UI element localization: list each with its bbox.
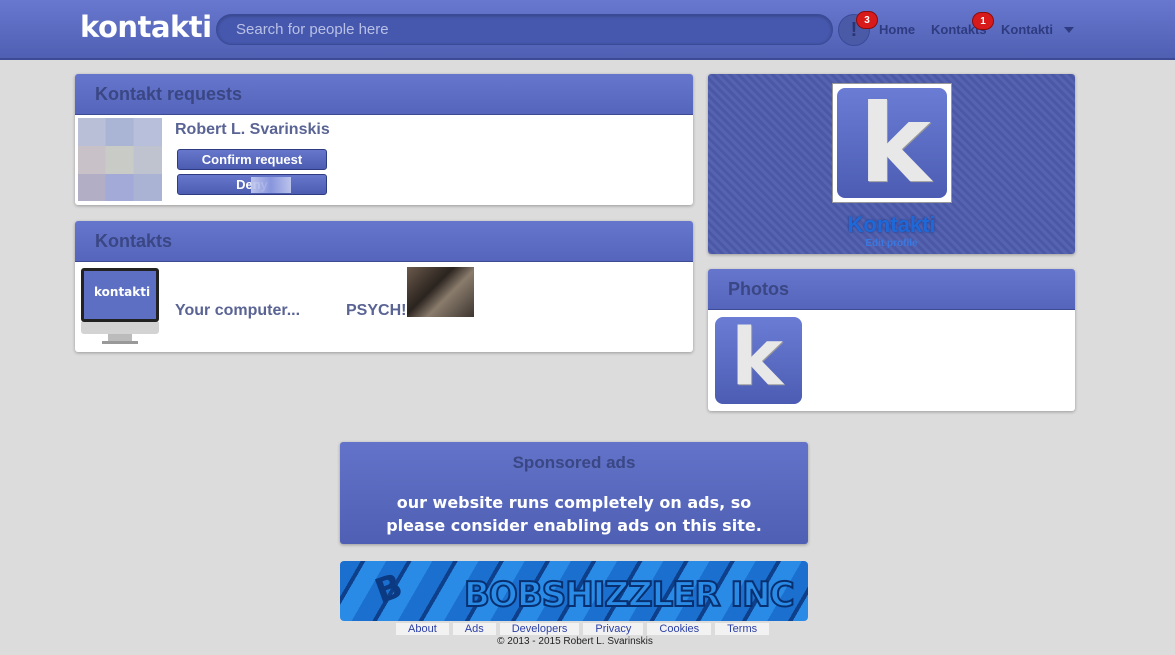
nav-profile-link[interactable]: Kontakti bbox=[1001, 22, 1053, 37]
sponsored-ads-box: Sponsored ads our website runs completel… bbox=[340, 442, 808, 544]
photo-logo-letter: k bbox=[731, 317, 783, 403]
ad-banner[interactable]: B BOBSHIZZLER INC bbox=[340, 561, 808, 621]
banner-text: BOBSHIZZLER INC bbox=[463, 574, 796, 616]
search-input[interactable]: Search for people here bbox=[216, 14, 833, 45]
profile-name[interactable]: Kontakti bbox=[708, 212, 1075, 238]
footer-link-cookies[interactable]: Cookies bbox=[647, 623, 712, 635]
requester-name[interactable]: Robert L. Svarinskis bbox=[175, 121, 330, 139]
kontakts-count-badge: 1 bbox=[972, 12, 994, 30]
post-text-psych: PSYCH! bbox=[346, 302, 407, 319]
sponsored-ads-title: Sponsored ads bbox=[512, 453, 636, 472]
photos-title: Photos bbox=[708, 269, 1075, 310]
copyright-text: © 2013 - 2015 Robert L. Svarinskis bbox=[497, 636, 653, 647]
computer-thumbnail[interactable]: kontakti bbox=[80, 267, 160, 347]
photo-thumbnail[interactable]: k bbox=[715, 317, 802, 404]
post-text-computer: Your computer... bbox=[175, 302, 301, 319]
kontakts-panel: Kontakts kontakti Your computer... PSYCH… bbox=[75, 221, 693, 352]
blurred-overlay bbox=[251, 177, 291, 193]
thumbnail-logo-text: kontakti bbox=[84, 271, 156, 319]
footer-link-privacy[interactable]: Privacy bbox=[583, 623, 644, 635]
ads-message: our website runs completely on ads, so p… bbox=[340, 491, 808, 537]
confirm-request-button[interactable]: Confirm request bbox=[177, 149, 327, 170]
top-navigation-bar: kontakti Search for people here ! 3 Home… bbox=[0, 0, 1175, 60]
edit-profile-link[interactable]: Edit profile bbox=[708, 238, 1075, 249]
kontakt-requests-panel: Kontakt requests Robert L. Svarinskis Co… bbox=[75, 74, 693, 205]
site-logo[interactable]: kontakti bbox=[80, 10, 212, 44]
nav-home-link[interactable]: Home bbox=[879, 22, 915, 37]
requester-avatar[interactable] bbox=[78, 118, 162, 201]
notifications-count-badge: 3 bbox=[856, 11, 878, 29]
banner-logo: B bbox=[369, 565, 408, 613]
profile-avatar[interactable]: k bbox=[832, 83, 952, 203]
profile-card: k Kontakti Edit profile bbox=[708, 74, 1075, 254]
profile-logo-letter: k bbox=[859, 88, 931, 198]
footer-link-about[interactable]: About bbox=[396, 623, 449, 635]
ads-message-line-1: our website runs completely on ads, so bbox=[396, 493, 752, 512]
photos-panel: Photos k bbox=[708, 269, 1075, 411]
deny-request-button[interactable]: Deny bbox=[177, 174, 327, 195]
footer-links: About Ads Developers Privacy Cookies Ter… bbox=[396, 623, 770, 635]
kontakt-requests-title: Kontakt requests bbox=[75, 74, 693, 115]
post-photo[interactable] bbox=[407, 267, 474, 317]
kontakts-title: Kontakts bbox=[75, 221, 693, 262]
chevron-down-icon[interactable] bbox=[1064, 27, 1074, 33]
ads-message-line-2: please consider enabling ads on this sit… bbox=[386, 516, 762, 535]
footer-link-ads[interactable]: Ads bbox=[452, 623, 496, 635]
footer-link-terms[interactable]: Terms bbox=[715, 623, 770, 635]
footer-link-developers[interactable]: Developers bbox=[499, 623, 580, 635]
